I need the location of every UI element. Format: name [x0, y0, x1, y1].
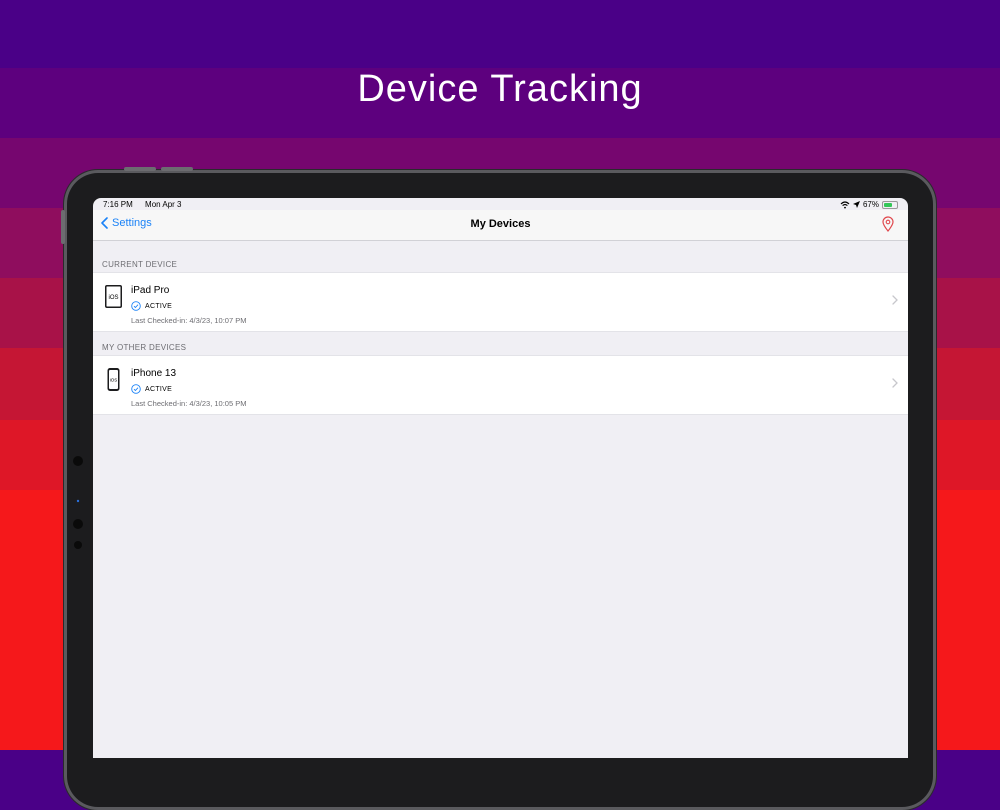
iphone-icon: iOS [107, 368, 120, 391]
status-time: 7:16 PM [103, 200, 133, 209]
device-name: iPhone 13 [131, 368, 177, 379]
device-row-iphone[interactable]: iOS iPhone 13 ACTIVE Last Checked-in: 4/… [93, 355, 908, 415]
side-button [61, 210, 65, 244]
battery-percent: 67% [862, 200, 879, 209]
ipad-os-label: iOS [108, 295, 118, 301]
page-title: My Devices [470, 218, 531, 230]
device-status: ACTIVE [131, 301, 172, 311]
check-circle-icon [131, 384, 141, 394]
wifi-icon [840, 200, 850, 208]
status-date: Mon Apr 3 [145, 200, 182, 209]
check-circle-icon [131, 301, 141, 311]
ipad-icon: iOS [105, 285, 122, 308]
chevron-right-icon [892, 295, 898, 305]
location-arrow-icon [852, 201, 860, 208]
device-status: ACTIVE [131, 384, 172, 394]
device-name: iPad Pro [131, 285, 170, 296]
headline: Device Tracking [357, 68, 643, 110]
camera-dots [73, 456, 83, 549]
device-status-text: ACTIVE [145, 385, 173, 393]
top-button-2 [161, 167, 193, 171]
device-last-checked: Last Checked-in: 4/3/23, 10:07 PM [131, 316, 247, 325]
top-button-1 [124, 167, 156, 171]
battery-icon [882, 200, 898, 209]
section-header-other: MY OTHER DEVICES [102, 343, 187, 352]
location-pin-icon[interactable] [882, 216, 894, 232]
screen: 7:16 PM Mon Apr 3 67% Settings My Device… [93, 198, 908, 758]
chevron-right-icon [892, 378, 898, 388]
device-row-ipad[interactable]: iOS iPad Pro ACTIVE Last Checked-in: 4/3… [93, 272, 908, 332]
iphone-os-label: iOS [110, 378, 118, 383]
status-bar: 7:16 PM Mon Apr 3 67% [93, 198, 908, 210]
section-header-current: CURRENT DEVICE [102, 260, 178, 269]
device-status-text: ACTIVE [145, 302, 173, 310]
device-last-checked: Last Checked-in: 4/3/23, 10:05 PM [131, 399, 247, 408]
navigation-bar: Settings My Devices [93, 210, 908, 241]
